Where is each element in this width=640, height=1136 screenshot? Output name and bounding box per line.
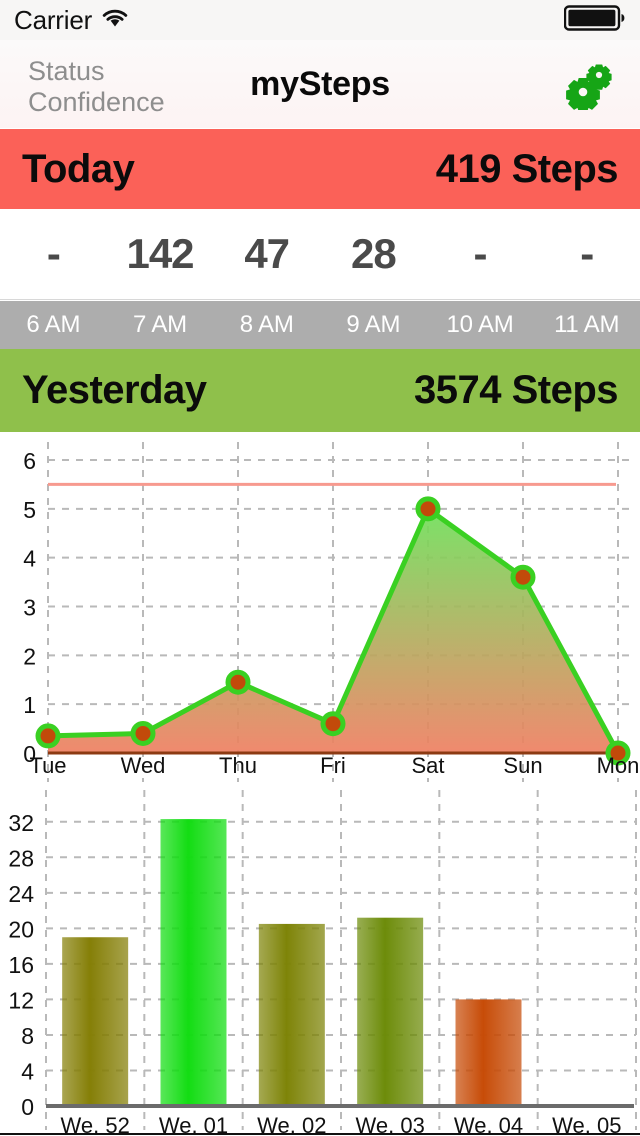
y-axis-tick-label: 28 (8, 845, 34, 871)
hour-count-cell: 142 (126, 230, 194, 277)
bar[interactable] (455, 999, 522, 1106)
hour-label: 7 AM (133, 311, 187, 338)
data-point-marker[interactable] (225, 669, 251, 695)
x-axis-tick-label: Thu (219, 753, 257, 778)
x-axis-tick-label: We. 52 (61, 1113, 130, 1136)
hour-label: 8 AM (239, 311, 294, 338)
y-axis-tick-label: 3 (23, 595, 36, 621)
hour-count-cell: - (580, 230, 594, 277)
x-axis-tick-label: Tue (29, 753, 66, 778)
data-point-marker[interactable] (130, 720, 156, 746)
status-bar-right (563, 4, 626, 36)
x-axis-tick-label: Sat (411, 753, 444, 778)
x-axis-tick-label: We. 03 (356, 1113, 425, 1136)
y-axis-tick-label: 20 (8, 916, 34, 942)
x-axis-tick-label: Mon (597, 753, 640, 778)
bar[interactable] (62, 937, 129, 1106)
x-axis-tick-label: Fri (320, 753, 346, 778)
y-axis-tick-label: 16 (8, 952, 34, 978)
x-axis-tick-label: Sun (503, 753, 542, 778)
gears-icon (566, 64, 612, 112)
today-steps-value: 419 Steps (435, 146, 619, 191)
weekly-bar-chart[interactable]: 0 4 8 12 16 20 24 28 32 We. 52 We. 01 We. 02 We. 03 W… (0, 790, 640, 1136)
yesterday-steps-value: 3574 Steps (413, 368, 619, 412)
hour-label: 9 AM (346, 311, 401, 338)
y-axis-tick-label: 2 (23, 643, 36, 669)
y-axis-tick-label: 32 (8, 810, 34, 836)
x-axis-tick-label: Wed (121, 753, 166, 778)
y-axis-tick-label: 6 (23, 448, 36, 474)
status-bar: Carrier (0, 0, 640, 40)
hourly-time-labels: 6 AM 7 AM 8 AM 9 AM 10 AM 11 AM (0, 301, 640, 349)
wifi-icon (101, 7, 129, 34)
battery-full-icon (563, 4, 626, 36)
hour-count-cell: 47 (244, 230, 290, 277)
data-point-marker[interactable] (35, 723, 61, 749)
bar[interactable] (258, 923, 325, 1106)
today-label: Today (22, 146, 135, 191)
status-bar-left: Carrier (14, 5, 129, 36)
hour-count-cell: - (46, 230, 61, 277)
hour-count-cell: 28 (350, 230, 397, 277)
x-axis-tick-label: We. 02 (257, 1113, 326, 1136)
y-axis-tick-label: 0 (21, 1094, 34, 1120)
y-axis-tick-label: 12 (8, 987, 34, 1013)
page-title: mySteps (250, 64, 390, 103)
yesterday-label: Yesterday (22, 368, 207, 412)
carrier-label: Carrier (14, 4, 93, 35)
bar[interactable] (160, 819, 227, 1106)
data-point-marker[interactable] (415, 496, 441, 522)
data-point-marker[interactable] (510, 564, 536, 590)
today-banner[interactable]: Today 419 Steps (0, 129, 640, 209)
x-axis-tick-label: We. 01 (159, 1113, 228, 1136)
bar[interactable] (357, 917, 424, 1106)
y-axis-tick-label: 4 (21, 1058, 34, 1084)
hour-label: 10 AM (446, 311, 514, 338)
hour-label: 6 AM (26, 311, 81, 338)
y-axis-tick-label: 1 (23, 692, 36, 718)
nav-bar: Status Confidence mySteps (0, 40, 640, 128)
hour-label: 11 AM (554, 311, 620, 338)
x-axis-tick-label: We. 05 (552, 1113, 621, 1136)
data-point-marker[interactable] (320, 711, 346, 737)
y-axis-tick-label: 8 (21, 1023, 34, 1049)
hour-count-cell: - (473, 230, 488, 277)
app-root: Carrier Status Confidence mySteps Today … (0, 0, 640, 1136)
hourly-step-counts: - 142 47 28 - - (0, 209, 640, 300)
settings-button[interactable] (562, 62, 618, 112)
y-axis-tick-label: 24 (8, 881, 34, 907)
yesterday-banner[interactable]: Yesterday 3574 Steps (0, 349, 640, 432)
weekly-line-chart[interactable]: 0 1 2 3 4 5 6 Tue Wed Thu Fri Sat Sun Mon (0, 432, 640, 790)
y-axis-tick-label: 5 (23, 497, 36, 523)
x-axis-tick-label: We. 04 (454, 1113, 523, 1136)
y-axis-tick-label: 4 (23, 546, 36, 572)
